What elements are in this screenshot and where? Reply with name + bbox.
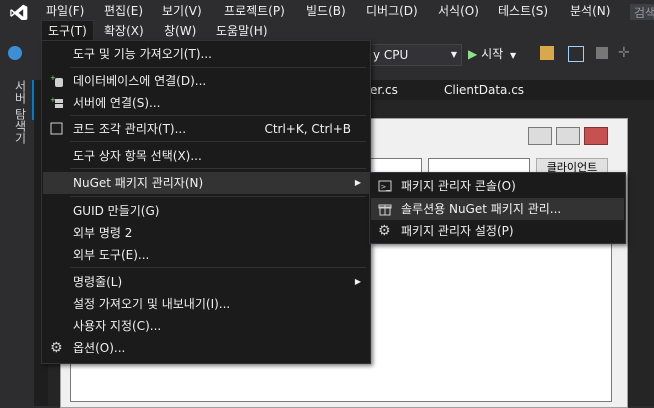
svg-text:>_: >_ [381,183,391,191]
menu-separator [70,115,366,116]
menu-item-get-tools[interactable]: 도구 및 기능 가져오기(T)... [43,43,369,65]
menu-help[interactable]: 도움말(H) [216,20,268,42]
menu-item-code-snippets[interactable]: 코드 조각 관리자(T)... Ctrl+K, Ctrl+B [43,118,369,140]
doc-tab-clientdata[interactable]: ClientData.cs [444,80,524,100]
tools-menu: 도구 및 기능 가져오기(T)... + 데이터베이스에 연결(D)... + … [41,40,371,364]
menu-item-customize[interactable]: 사용자 지정(C)... [43,315,369,337]
menu-item-nuget[interactable]: NuGet 패키지 관리자(N) ▶ [43,172,369,194]
gear-icon: ⚙ [50,340,63,356]
menu-extensions[interactable]: 확장(X) [104,20,144,42]
server-explorer-tab[interactable]: 서버 탐색기 [12,80,29,144]
doc-tab-server[interactable]: er.cs [370,80,398,100]
menu-item-external-command[interactable]: 외부 명령 2 [43,222,369,244]
menu-separator [70,141,366,142]
menu-separator [70,196,366,197]
start-label: 시작 [481,47,504,61]
chevron-down-icon: ▼ [450,50,457,59]
close-icon[interactable] [584,127,608,145]
package-icon [378,204,392,216]
database-connect-icon: + [50,74,63,87]
menu-window[interactable]: 창(W) [164,20,196,42]
menu-build[interactable]: 빌드(B) [306,0,346,22]
maximize-button[interactable] [556,127,580,145]
menu-separator [70,67,366,68]
platform-dropdown[interactable]: y CPU ▼ [368,44,462,66]
menu-item-command-line[interactable]: 명령줄(L) ▶ [43,271,369,293]
menu-bar-row2 [0,20,654,42]
menu-project[interactable]: 프로젝트(P) [224,0,285,22]
checkbox-icon [50,122,63,135]
chevron-down-icon: ▼ [509,51,517,60]
chevron-right-icon: ▶ [354,178,361,187]
menu-item-connect-server[interactable]: + 서버에 연결(S)... [43,92,369,114]
submenu-item-manage-packages[interactable]: 솔루션용 NuGet 패키지 관리... [371,198,624,220]
back-icon[interactable] [8,46,22,60]
gear-icon: ⚙ [378,223,391,239]
menu-item-import-export[interactable]: 설정 가져오기 및 내보내기(I)... [43,293,369,315]
chevron-right-icon: ▶ [354,277,361,286]
menu-separator [70,168,366,169]
start-button[interactable]: ▶ 시작 ▼ [468,44,516,64]
browser-icon[interactable] [568,46,584,62]
minimize-button[interactable] [528,127,552,145]
menu-item-options[interactable]: ⚙ 옵션(O)... [43,337,369,359]
menu-separator [70,267,366,268]
menu-item-external-tools[interactable]: 외부 도구(E)... [43,244,369,266]
console-icon: >_ [378,180,392,192]
server-connect-icon: + [50,96,63,108]
menu-item-create-guid[interactable]: GUID 만들기(G) [43,200,369,222]
menu-view[interactable]: 보기(V) [162,0,202,22]
find-icon[interactable] [540,46,554,60]
menu-debug[interactable]: 디버그(D) [366,0,418,22]
menu-item-choose-toolbox[interactable]: 도구 상자 항목 선택(X)... [43,145,369,167]
platform-label: y CPU [373,48,409,62]
toolbar-icon[interactable] [596,47,608,59]
menu-edit[interactable]: 편집(E) [104,0,143,22]
pin-icon[interactable]: ✛ [618,46,632,60]
menu-file[interactable]: 파일(F) [46,0,84,22]
menu-test[interactable]: 테스트(S) [498,0,548,22]
menu-tools[interactable]: 도구(T) [41,20,94,41]
submenu-item-settings[interactable]: ⚙ 패키지 관리자 설정(P) [371,220,624,242]
submenu-item-console[interactable]: >_ 패키지 관리자 콘솔(O) [371,175,624,197]
menu-format[interactable]: 서식(O) [438,0,479,22]
menu-item-connect-database[interactable]: + 데이터베이스에 연결(D)... [43,70,369,92]
menu-analyze[interactable]: 분석(N) [570,0,610,22]
nuget-submenu: >_ 패키지 관리자 콘솔(O) 솔루션용 NuGet 패키지 관리... ⚙ … [369,172,626,244]
play-icon: ▶ [468,47,478,61]
